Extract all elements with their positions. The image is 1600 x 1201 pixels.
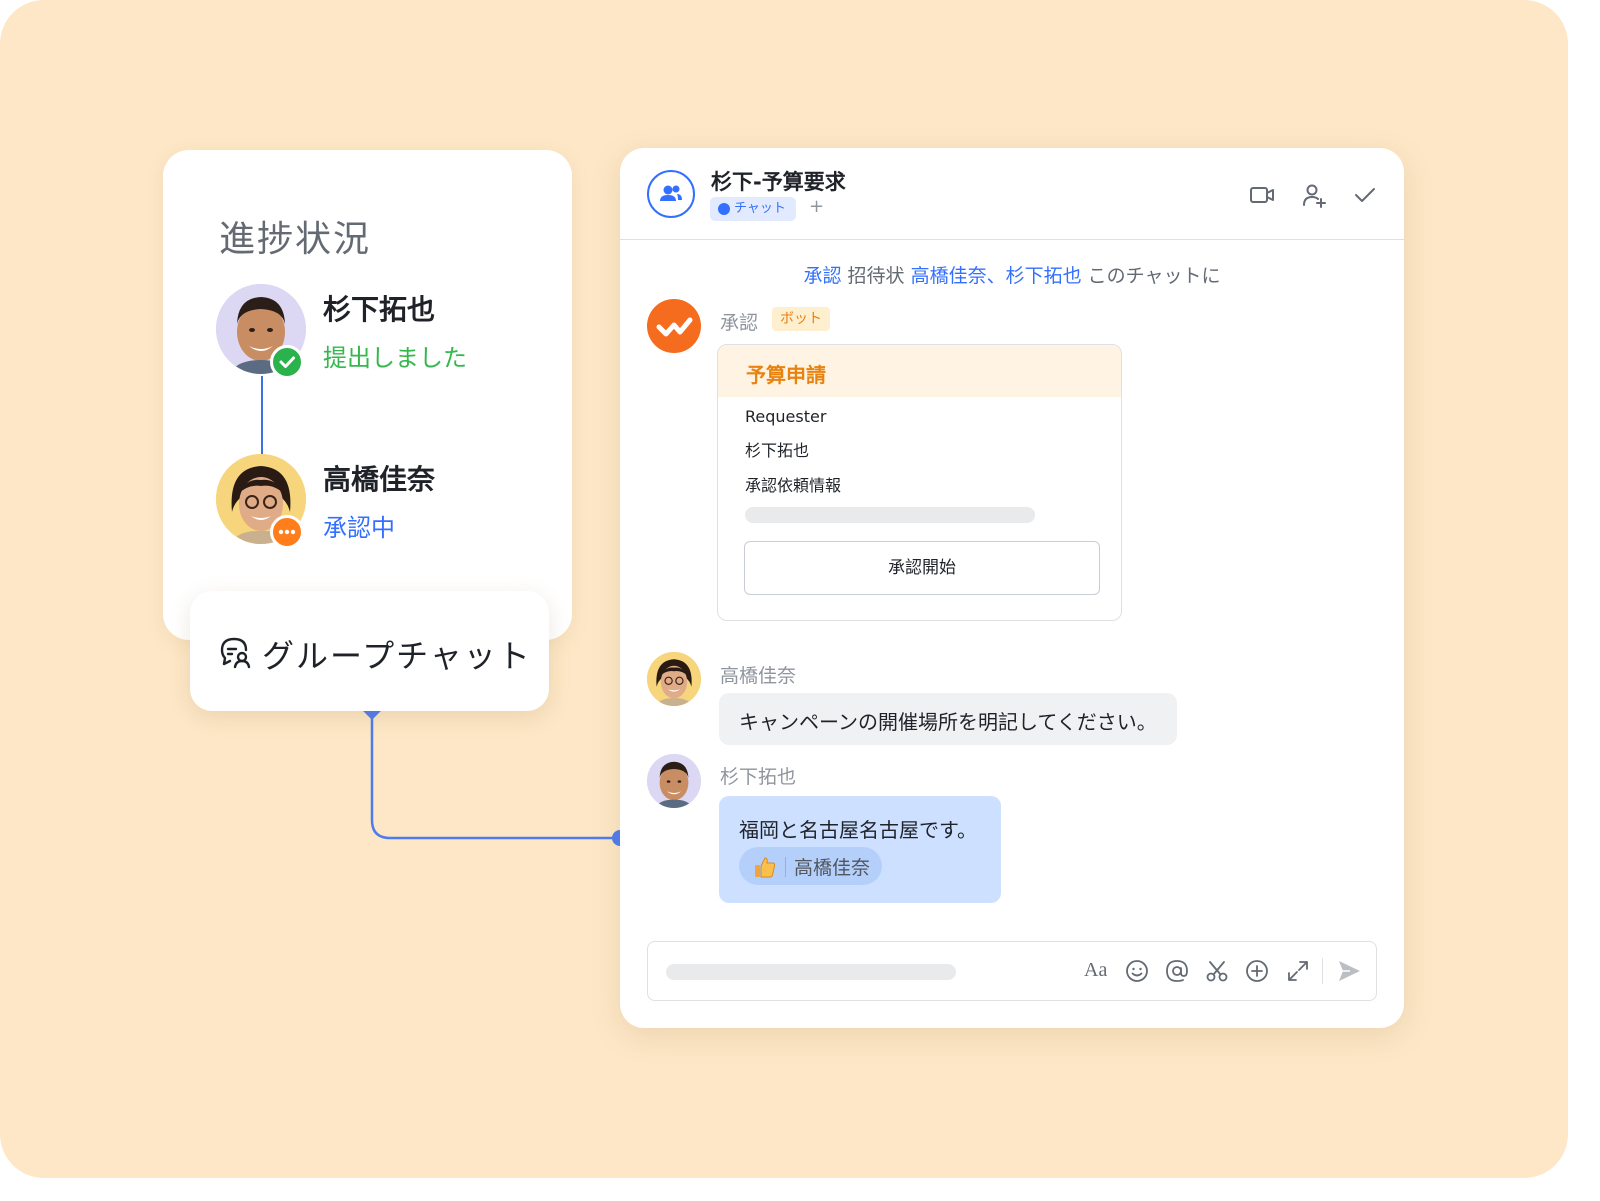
- message-bubble[interactable]: キャンペーンの開催場所を明記してください。: [719, 693, 1177, 745]
- person-name: 杉下拓也: [323, 293, 436, 326]
- avatar-sugishita-small[interactable]: [647, 754, 701, 808]
- video-call-icon[interactable]: [1249, 182, 1275, 208]
- message-text: 福岡と名古屋名古屋です。: [739, 818, 977, 842]
- canvas: 進捗状況 杉下拓也 提出しました 高橋佳奈 承認中 グループチャット 杉下-予算…: [0, 0, 1568, 1178]
- card-requester-value: 杉下拓也: [745, 441, 810, 460]
- system-link-members[interactable]: 高橋佳奈、杉下拓也: [911, 265, 1082, 287]
- chat-title: 杉下-予算要求: [711, 170, 846, 194]
- thumbs-up-icon: [755, 857, 776, 878]
- chat-type-tag: チャット: [710, 197, 796, 221]
- add-tag-button[interactable]: +: [809, 196, 824, 217]
- system-text: このチャットに: [1081, 265, 1221, 287]
- send-icon[interactable]: [1336, 958, 1362, 984]
- add-attachment-icon[interactable]: [1244, 958, 1270, 984]
- chat-header: 杉下-予算要求 チャット +: [620, 148, 1404, 240]
- group-chat-icon: [220, 637, 251, 669]
- message-bubble-own[interactable]: 福岡と名古屋名古屋です。 高橋佳奈: [719, 796, 1001, 903]
- more-icon: [270, 515, 304, 549]
- check-icon: [270, 345, 304, 379]
- chat-bubble-icon: [718, 203, 730, 215]
- message-composer[interactable]: Aa: [647, 941, 1377, 1001]
- mention-icon[interactable]: [1164, 958, 1190, 984]
- text-format-button[interactable]: Aa: [1084, 959, 1110, 985]
- done-check-icon[interactable]: [1352, 182, 1378, 208]
- reaction-divider: [785, 857, 786, 877]
- approval-bot-avatar[interactable]: [647, 299, 701, 353]
- toolbar-divider: [1322, 958, 1323, 984]
- chat-tag-label: チャット: [734, 201, 786, 216]
- message-sender: 杉下拓也: [720, 766, 797, 788]
- reaction-user: 高橋佳奈: [794, 857, 871, 879]
- emoji-icon[interactable]: [1124, 958, 1150, 984]
- approval-card: 予算申請 Requester 杉下拓也 承認依頼情報 承認開始: [717, 344, 1122, 621]
- message-sender: 高橋佳奈: [720, 665, 797, 687]
- expand-icon[interactable]: [1285, 958, 1311, 984]
- system-message: 承認 招待状 高橋佳奈、杉下拓也 このチャットに: [620, 261, 1404, 288]
- screenshot-scissors-icon[interactable]: [1204, 958, 1230, 984]
- person-status: 提出しました: [323, 344, 467, 372]
- system-link-approval[interactable]: 承認: [804, 265, 842, 287]
- avatar-takahashi-small[interactable]: [647, 652, 701, 706]
- thumbs-up-reaction[interactable]: 高橋佳奈: [739, 847, 883, 885]
- group-chat-label: グループチャット: [262, 637, 532, 675]
- group-avatar-icon[interactable]: [647, 170, 695, 218]
- progress-panel: 進捗状況 杉下拓也 提出しました 高橋佳奈 承認中: [163, 150, 572, 640]
- chat-window: 杉下-予算要求 チャット + 承認 招待状 高橋佳奈、杉下拓也 このチャットに: [620, 148, 1404, 1028]
- group-chat-button[interactable]: グループチャット: [190, 591, 549, 711]
- person-status: 承認中: [323, 514, 395, 542]
- bot-badge: ボット: [772, 307, 830, 331]
- progress-connector: [261, 376, 263, 456]
- progress-title: 進捗状況: [219, 219, 372, 260]
- card-title: 予算申請: [718, 345, 1121, 397]
- add-member-icon[interactable]: [1301, 182, 1327, 208]
- system-text: 招待状: [841, 265, 911, 287]
- bot-sender-name: 承認: [720, 312, 759, 334]
- start-approval-button[interactable]: 承認開始: [744, 541, 1100, 595]
- card-info-label: 承認依頼情報: [745, 476, 842, 495]
- person-name: 高橋佳奈: [323, 463, 436, 496]
- card-requester-label: Requester: [745, 407, 827, 426]
- card-placeholder-bar: [745, 507, 1035, 523]
- composer-placeholder-bar: [666, 964, 956, 980]
